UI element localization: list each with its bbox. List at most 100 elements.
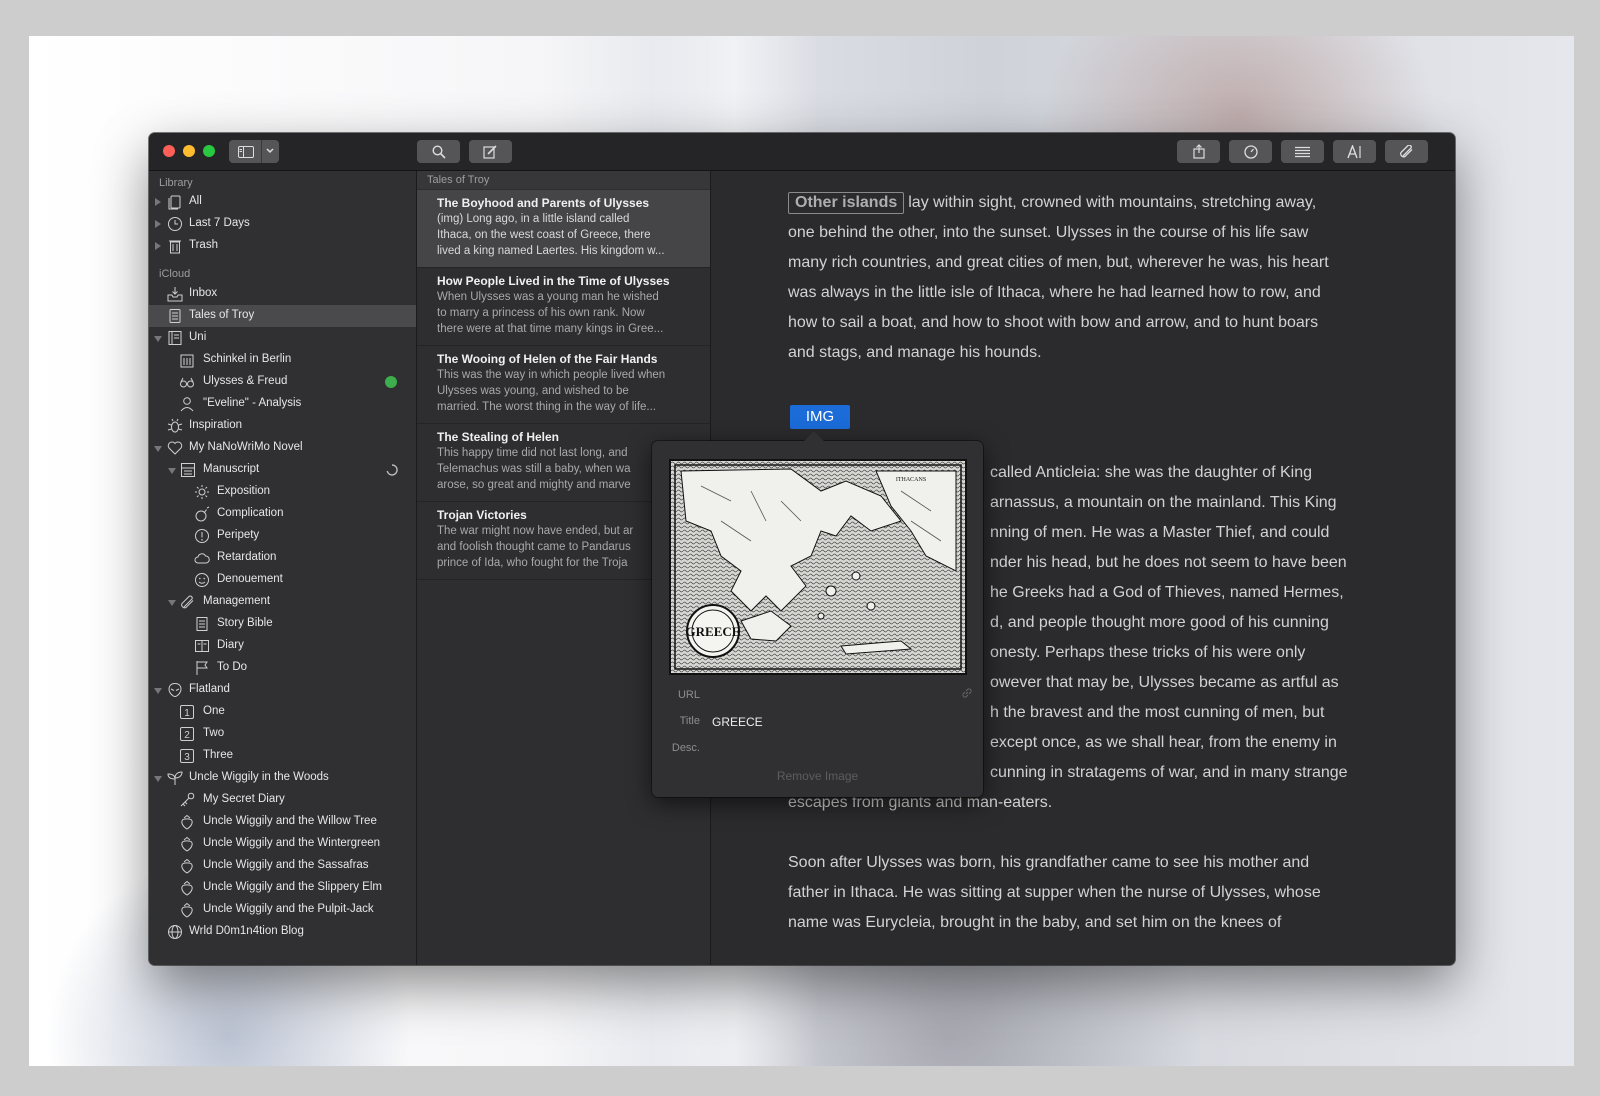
sidebar-item-label: Schinkel in Berlin [203,353,292,365]
sidebar-item-diary[interactable]: Diary [149,635,416,657]
sidebar-item-inspiration[interactable]: Inspiration [149,415,416,437]
sidebar-item-inbox[interactable]: Inbox [149,283,416,305]
sheet-item[interactable]: How People Lived in the Time of Ulysses … [417,268,710,346]
sidebar-item-flatland[interactable]: Flatland [149,679,416,701]
sidebar-item-ulysses-and-freud[interactable]: Ulysses & Freud [149,371,416,393]
greece-map-image: GREECE ITHACANS [671,461,965,673]
sidebar-item-management[interactable]: Management [149,591,416,613]
sidebar-item-willow-tree[interactable]: Uncle Wiggily and the Willow Tree [149,811,416,833]
sidebar-item-label: Last 7 Days [189,217,250,229]
sidebar-item-schinkel-in-berlin[interactable]: Schinkel in Berlin [149,349,416,371]
trash-icon [169,240,181,254]
attachments-button[interactable] [1385,140,1428,163]
disclosure-triangle[interactable] [168,600,176,606]
sidebar-item-label: Uncle Wiggily and the Willow Tree [203,815,377,827]
sidebar-item-label: Uncle Wiggily and the Sassafras [203,859,369,871]
sidebar-item-label: My Secret Diary [203,793,285,805]
sidebar-item-last-7-days[interactable]: Last 7 Days [149,213,416,235]
sidebar-item-label: Peripety [217,529,260,541]
typography-button[interactable] [1333,140,1376,163]
remove-image-button[interactable]: Remove Image [652,769,983,783]
disclosure-triangle[interactable] [155,198,161,206]
share-button[interactable] [1177,140,1220,163]
svg-text:1: 1 [184,708,190,719]
sidebar-item-wrld-domination-blog[interactable]: Wrld D0m1n4tion Blog [149,921,416,943]
building-icon [180,354,194,368]
strawberry-icon [181,902,193,918]
goals-button[interactable] [1229,140,1272,163]
sidebar-item-exposition[interactable]: Exposition [149,481,416,503]
plant-icon [167,771,183,785]
editor-paragraph[interactable]: called Anticleia: she was the daughter o… [990,458,1348,788]
sidebar-item-to-do[interactable]: To Do [149,657,416,679]
sidebar-item-label: Ulysses & Freud [203,375,288,387]
sidebar-item-my-secret-diary[interactable]: My Secret Diary [149,789,416,811]
search-button[interactable] [417,140,460,163]
sidebar-item-uni[interactable]: Uni [149,327,416,349]
disclosure-triangle[interactable] [155,242,161,250]
disclosure-triangle[interactable] [154,336,162,342]
link-icon[interactable] [961,687,973,699]
sidebar-item-three[interactable]: 3 Three [149,745,416,767]
zoom-window-button[interactable] [203,145,215,157]
sidebar-item-manuscript[interactable]: Manuscript [149,459,416,481]
image-tag[interactable]: IMG [790,405,850,429]
sheet-item[interactable]: The Boyhood and Parents of Ulysses (img)… [417,190,710,268]
sidebar-item-label: Inbox [189,287,218,299]
title-field[interactable]: GREECE [712,715,763,729]
close-window-button[interactable] [163,145,175,157]
new-sheet-button[interactable] [469,140,512,163]
sidebar-item-label: Tales of Troy [189,309,255,321]
sidebar-item-uncle-wiggily-in-the-woods[interactable]: Uncle Wiggily in the Woods [149,767,416,789]
globe-icon [168,925,182,939]
outline-button[interactable] [1281,140,1324,163]
app-window: Library All Last 7 Days Trash iCloud Inb… [149,133,1455,965]
sidebar-item-complication[interactable]: Complication [149,503,416,525]
image-preview[interactable]: GREECE ITHACANS [669,459,967,675]
markup-tag[interactable]: Other islands [788,192,905,214]
minimize-window-button[interactable] [183,145,195,157]
library-section-label: Library [159,177,193,189]
sidebar-item-story-bible[interactable]: Story Bible [149,613,416,635]
sidebar-item-eveline-analysis[interactable]: "Eveline" - Analysis [149,393,416,415]
sidebar-item-trash[interactable]: Trash [149,235,416,257]
book-icon [195,640,209,652]
editor-paragraph[interactable]: Other islands lay within sight, crowned w… [788,188,1329,368]
sidebar-item-denouement[interactable]: Denouement [149,569,416,591]
sidebar-item-slippery-elm[interactable]: Uncle Wiggily and the Slippery Elm [149,877,416,899]
chevron-down-icon[interactable] [265,147,275,155]
sheet-item[interactable]: The Wooing of Helen of the Fair Hands Th… [417,346,710,424]
editor-paragraph[interactable]: Soon after Ulysses was born, his grandfa… [788,848,1321,938]
disclosure-triangle[interactable] [154,688,162,694]
sidebar-item-my-nanowrimo-novel[interactable]: My NaNoWriMo Novel [149,437,416,459]
sidebar-item-label: Flatland [189,683,230,695]
sidebar-item-peripety[interactable]: Peripety [149,525,416,547]
bug-icon [167,418,183,433]
compose-icon [483,144,497,159]
bomb-icon [195,506,210,522]
sidebar-toggle-button[interactable] [229,140,279,163]
disclosure-triangle[interactable] [154,446,162,452]
disclosure-triangle[interactable] [154,776,162,782]
sidebar-item-retardation[interactable]: Retardation [149,547,416,569]
paperclip-icon [1399,144,1412,157]
clock-icon [168,217,182,231]
strawberry-icon [181,814,193,830]
sidebar-item-label: To Do [217,661,248,673]
map-caption: GREECE [686,624,741,639]
icloud-section-label: iCloud [159,268,191,280]
number-three-icon: 3 [180,749,194,763]
sidebar-item-pulpit-jack[interactable]: Uncle Wiggily and the Pulpit-Jack [149,899,416,921]
sidebar-item-label: All [189,195,202,207]
sidebar-item-tales-of-troy[interactable]: Tales of Troy [149,305,416,327]
sidebar-item-label: Denouement [217,573,283,585]
sidebar-item-label: Retardation [217,551,277,563]
disclosure-triangle[interactable] [155,220,161,228]
sun-icon [195,485,209,499]
sidebar-item-two[interactable]: 2 Two [149,723,416,745]
sidebar-item-one[interactable]: 1 One [149,701,416,723]
disclosure-triangle[interactable] [168,468,176,474]
sidebar-item-all[interactable]: All [149,191,416,213]
sidebar-item-sassafras[interactable]: Uncle Wiggily and the Sassafras [149,855,416,877]
sidebar-item-wintergreen[interactable]: Uncle Wiggily and the Wintergreen [149,833,416,855]
